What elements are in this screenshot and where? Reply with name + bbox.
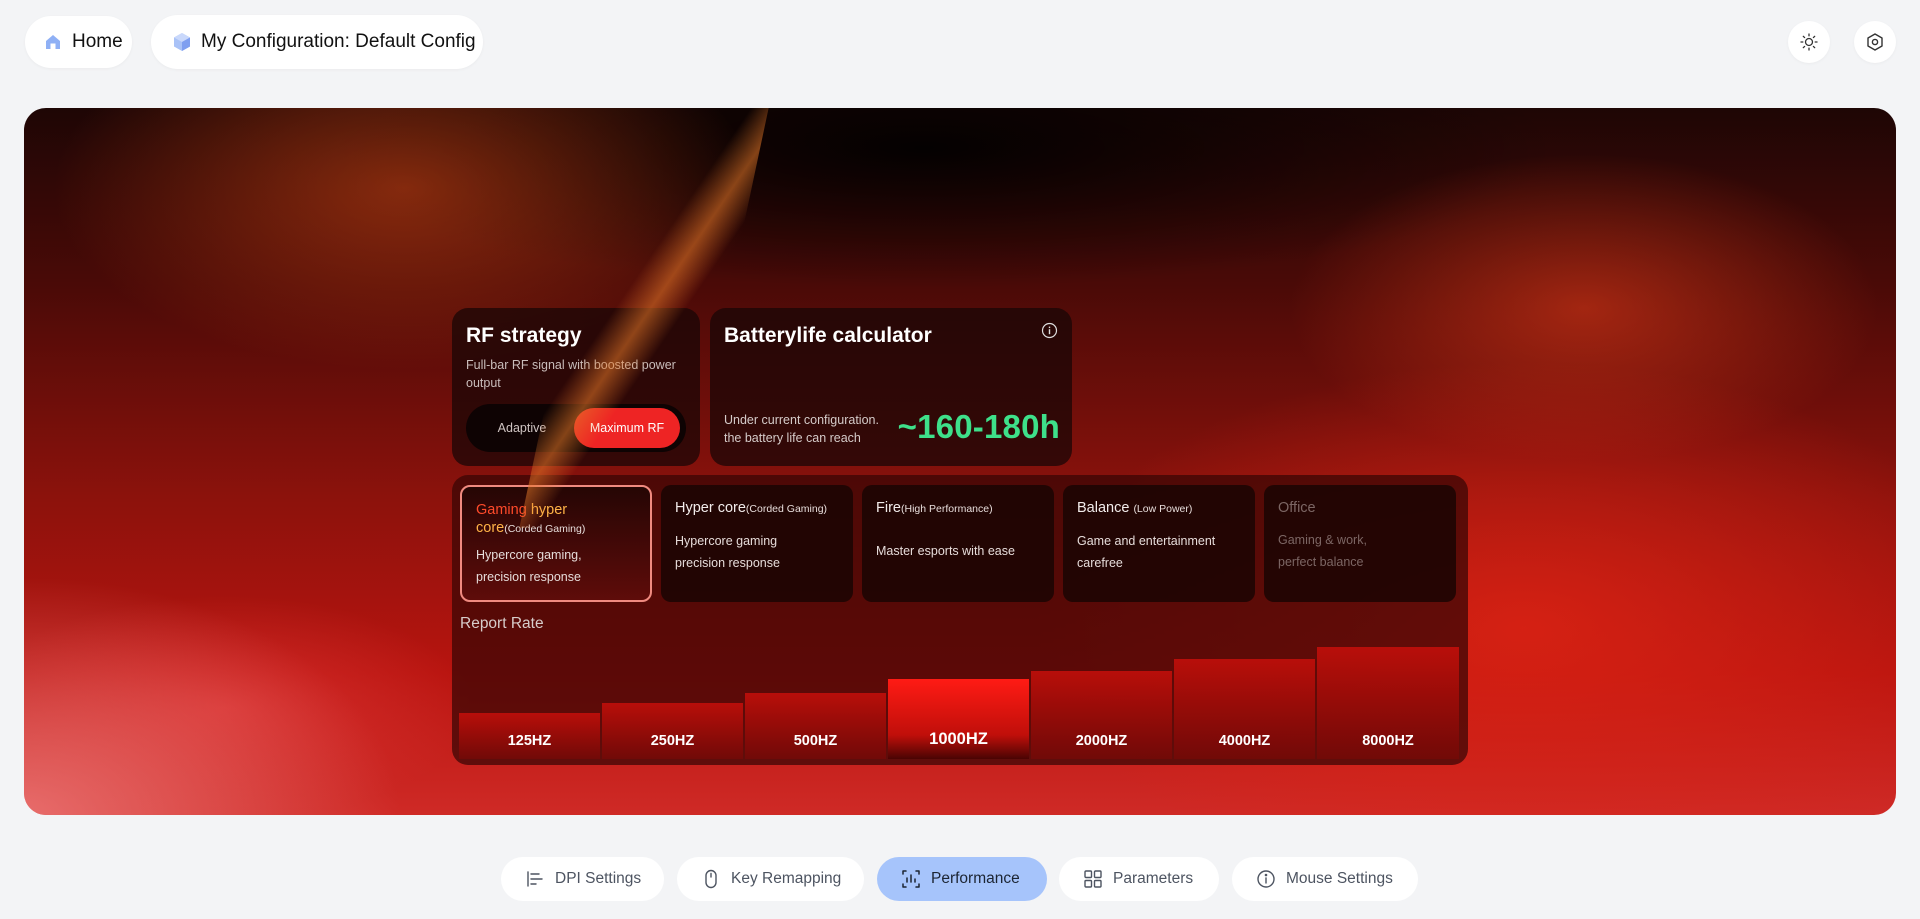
report-rate-label: Report Rate [460,615,544,632]
rate-option-8000hz[interactable]: 8000HZ [1317,647,1459,759]
rf-strategy-card: RF strategy Full-bar RF signal with boos… [452,308,700,466]
rf-option-adaptive[interactable]: Adaptive [470,408,574,448]
bars-icon [525,869,545,889]
theme-toggle-button[interactable] [1788,21,1830,63]
mode-name: Gaming hyper core(Corded Gaming) [476,502,586,536]
settings-button[interactable] [1854,21,1896,63]
nav-label: Key Remapping [731,870,842,887]
home-button[interactable]: Home [25,16,132,68]
mode-card-balance[interactable]: Balance (Low Power) Game and entertainme… [1063,485,1255,602]
rf-strategy-description: Full-bar RF signal with boosted power ou… [466,358,676,390]
nav-dpi-settings[interactable]: DPI Settings [501,857,664,901]
mode-description: Master esports with ease [876,544,1015,558]
rate-option-4000hz[interactable]: 4000HZ [1174,659,1315,759]
mode-description: Gaming & work, perfect balance [1278,533,1367,569]
performance-chart-icon [901,869,921,889]
nav-label: Performance [931,870,1020,887]
rf-option-maximum-rf[interactable]: Maximum RF [574,408,680,448]
grid-icon [1083,869,1103,889]
battery-subtitle: Under current configuration. the battery… [724,411,894,447]
battery-life-value: ~160-180h [897,408,1060,445]
battery-subtitle-line2: the battery life can reach [724,431,861,445]
mode-card-office[interactable]: Office Gaming & work, perfect balance [1264,485,1456,602]
performance-hero-panel: RF strategy Full-bar RF signal with boos… [24,108,1896,815]
mode-card-fire[interactable]: Fire(High Performance) Master esports wi… [862,485,1054,602]
mode-description: Game and entertainment carefree [1077,534,1216,570]
nav-mouse-settings[interactable]: Mouse Settings [1232,857,1418,901]
sun-icon [1800,33,1818,51]
mode-name: Office [1278,500,1316,516]
rate-option-250hz[interactable]: 250HZ [602,703,743,759]
mouse-icon [701,869,721,889]
mode-name: Hyper core(Corded Gaming) [675,500,828,516]
cube-icon [172,32,192,52]
config-label: My Configuration: Default Config [201,31,476,52]
nav-label: Parameters [1113,870,1194,887]
nav-parameters[interactable]: Parameters [1059,857,1219,901]
nav-label: Mouse Settings [1286,870,1393,887]
rate-option-500hz[interactable]: 500HZ [745,693,886,759]
rate-option-2000hz[interactable]: 2000HZ [1031,671,1172,759]
rf-strategy-title: RF strategy [466,324,582,347]
mode-description: Hypercore gaming precision response [675,534,780,570]
rate-option-125hz[interactable]: 125HZ [459,713,600,759]
info-icon [1256,869,1276,889]
config-selector[interactable]: My Configuration: Default Config [151,15,483,69]
battery-calculator-title: Batterylife calculator [724,324,932,347]
info-icon[interactable] [1041,322,1058,339]
mode-description: Hypercore gaming, precision response [476,548,582,584]
hexagon-settings-icon [1867,33,1883,51]
mode-name: Fire(High Performance) [876,500,993,516]
report-rate-selector: 125HZ 250HZ 500HZ 1000HZ 2000HZ 4000HZ 8… [459,643,1461,759]
rf-strategy-toggle: Adaptive Maximum RF [466,404,686,452]
home-icon [43,32,63,52]
nav-key-remapping[interactable]: Key Remapping [677,857,864,901]
nav-performance[interactable]: Performance [877,857,1047,901]
battery-subtitle-line1: Under current configuration. [724,413,879,427]
nav-label: DPI Settings [555,870,642,887]
mode-card-hyper-core[interactable]: Hyper core(Corded Gaming) Hypercore gami… [661,485,853,602]
mode-card-gaming-hyper-core[interactable]: Gaming hyper core(Corded Gaming) Hyperco… [460,485,652,602]
performance-modes-panel: Gaming hyper core(Corded Gaming) Hyperco… [452,475,1468,765]
battery-calculator-card: Batterylife calculator Under current con… [710,308,1072,466]
home-label: Home [72,31,123,52]
rate-option-1000hz[interactable]: 1000HZ [888,679,1029,759]
mode-name: Balance (Low Power) [1077,500,1193,516]
